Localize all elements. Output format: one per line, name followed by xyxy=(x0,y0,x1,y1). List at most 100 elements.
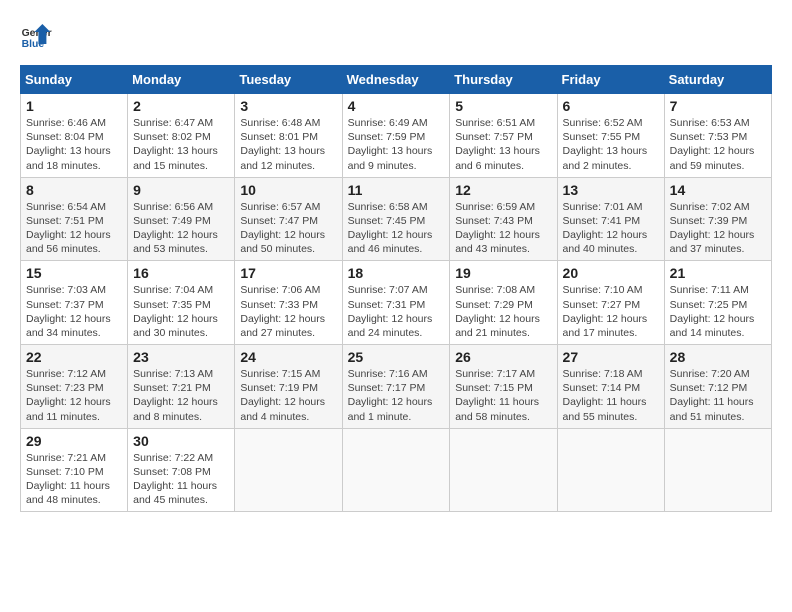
day-number: 6 xyxy=(563,98,659,114)
calendar-cell xyxy=(450,428,557,512)
day-number: 18 xyxy=(348,265,445,281)
day-number: 28 xyxy=(670,349,766,365)
calendar-week-row: 15 Sunrise: 7:03 AM Sunset: 7:37 PM Dayli… xyxy=(21,261,772,345)
calendar-cell: 10 Sunrise: 6:57 AM Sunset: 7:47 PM Dayli… xyxy=(235,177,342,261)
day-info: Sunrise: 7:16 AM Sunset: 7:17 PM Dayligh… xyxy=(348,367,445,424)
logo: General Blue xyxy=(20,20,56,52)
day-info: Sunrise: 6:57 AM Sunset: 7:47 PM Dayligh… xyxy=(240,200,336,257)
day-info: Sunrise: 6:51 AM Sunset: 7:57 PM Dayligh… xyxy=(455,116,551,173)
day-number: 16 xyxy=(133,265,229,281)
logo-icon: General Blue xyxy=(20,20,52,52)
calendar-cell: 1Sunrise: 6:46 AM Sunset: 8:04 PM Daylig… xyxy=(21,94,128,178)
day-info: Sunrise: 7:06 AM Sunset: 7:33 PM Dayligh… xyxy=(240,283,336,340)
column-header-saturday: Saturday xyxy=(664,66,771,94)
calendar-cell: 11Sunrise: 6:58 AM Sunset: 7:45 PM Dayli… xyxy=(342,177,450,261)
day-info: Sunrise: 6:54 AM Sunset: 7:51 PM Dayligh… xyxy=(26,200,122,257)
calendar-cell: 13 Sunrise: 7:01 AM Sunset: 7:41 PM Dayli… xyxy=(557,177,664,261)
day-number: 17 xyxy=(240,265,336,281)
calendar-week-row: 1Sunrise: 6:46 AM Sunset: 8:04 PM Daylig… xyxy=(21,94,772,178)
calendar-cell: 6 Sunrise: 6:52 AM Sunset: 7:55 PM Daylig… xyxy=(557,94,664,178)
day-number: 27 xyxy=(563,349,659,365)
calendar-week-row: 22 Sunrise: 7:12 AM Sunset: 7:23 PM Dayli… xyxy=(21,345,772,429)
calendar-cell: 21Sunrise: 7:11 AM Sunset: 7:25 PM Dayli… xyxy=(664,261,771,345)
day-number: 2 xyxy=(133,98,229,114)
day-info: Sunrise: 6:52 AM Sunset: 7:55 PM Dayligh… xyxy=(563,116,659,173)
day-number: 12 xyxy=(455,182,551,198)
day-info: Sunrise: 6:49 AM Sunset: 7:59 PM Dayligh… xyxy=(348,116,445,173)
calendar-week-row: 8 Sunrise: 6:54 AM Sunset: 7:51 PM Daylig… xyxy=(21,177,772,261)
calendar-cell: 18 Sunrise: 7:07 AM Sunset: 7:31 PM Dayli… xyxy=(342,261,450,345)
day-number: 22 xyxy=(26,349,122,365)
calendar-cell: 25 Sunrise: 7:16 AM Sunset: 7:17 PM Dayli… xyxy=(342,345,450,429)
day-info: Sunrise: 6:46 AM Sunset: 8:04 PM Dayligh… xyxy=(26,116,122,173)
day-number: 14 xyxy=(670,182,766,198)
day-info: Sunrise: 7:10 AM Sunset: 7:27 PM Dayligh… xyxy=(563,283,659,340)
calendar-cell: 12 Sunrise: 6:59 AM Sunset: 7:43 PM Dayli… xyxy=(450,177,557,261)
day-info: Sunrise: 7:03 AM Sunset: 7:37 PM Dayligh… xyxy=(26,283,122,340)
column-header-friday: Friday xyxy=(557,66,664,94)
column-header-sunday: Sunday xyxy=(21,66,128,94)
day-number: 3 xyxy=(240,98,336,114)
day-info: Sunrise: 7:15 AM Sunset: 7:19 PM Dayligh… xyxy=(240,367,336,424)
day-number: 30 xyxy=(133,433,229,449)
calendar-cell: 8 Sunrise: 6:54 AM Sunset: 7:51 PM Daylig… xyxy=(21,177,128,261)
calendar-cell: 7 Sunrise: 6:53 AM Sunset: 7:53 PM Daylig… xyxy=(664,94,771,178)
calendar-cell: 22 Sunrise: 7:12 AM Sunset: 7:23 PM Dayli… xyxy=(21,345,128,429)
day-number: 8 xyxy=(26,182,122,198)
calendar-cell: 26 Sunrise: 7:17 AM Sunset: 7:15 PM Dayli… xyxy=(450,345,557,429)
calendar-cell: 15 Sunrise: 7:03 AM Sunset: 7:37 PM Dayli… xyxy=(21,261,128,345)
day-number: 26 xyxy=(455,349,551,365)
day-info: Sunrise: 7:12 AM Sunset: 7:23 PM Dayligh… xyxy=(26,367,122,424)
day-info: Sunrise: 7:22 AM Sunset: 7:08 PM Dayligh… xyxy=(133,451,229,508)
calendar-cell: 30 Sunrise: 7:22 AM Sunset: 7:08 PM Dayli… xyxy=(128,428,235,512)
day-info: Sunrise: 6:53 AM Sunset: 7:53 PM Dayligh… xyxy=(670,116,766,173)
day-info: Sunrise: 7:07 AM Sunset: 7:31 PM Dayligh… xyxy=(348,283,445,340)
day-number: 19 xyxy=(455,265,551,281)
day-info: Sunrise: 7:02 AM Sunset: 7:39 PM Dayligh… xyxy=(670,200,766,257)
column-header-wednesday: Wednesday xyxy=(342,66,450,94)
calendar-cell xyxy=(664,428,771,512)
day-info: Sunrise: 7:01 AM Sunset: 7:41 PM Dayligh… xyxy=(563,200,659,257)
day-info: Sunrise: 6:58 AM Sunset: 7:45 PM Dayligh… xyxy=(348,200,445,257)
day-number: 25 xyxy=(348,349,445,365)
calendar-cell: 3Sunrise: 6:48 AM Sunset: 8:01 PM Daylig… xyxy=(235,94,342,178)
day-number: 23 xyxy=(133,349,229,365)
day-number: 29 xyxy=(26,433,122,449)
day-number: 24 xyxy=(240,349,336,365)
day-info: Sunrise: 7:18 AM Sunset: 7:14 PM Dayligh… xyxy=(563,367,659,424)
calendar-cell: 14 Sunrise: 7:02 AM Sunset: 7:39 PM Dayli… xyxy=(664,177,771,261)
day-info: Sunrise: 7:08 AM Sunset: 7:29 PM Dayligh… xyxy=(455,283,551,340)
day-info: Sunrise: 6:59 AM Sunset: 7:43 PM Dayligh… xyxy=(455,200,551,257)
calendar-cell xyxy=(557,428,664,512)
calendar-cell xyxy=(342,428,450,512)
day-number: 7 xyxy=(670,98,766,114)
day-info: Sunrise: 6:56 AM Sunset: 7:49 PM Dayligh… xyxy=(133,200,229,257)
calendar-table: SundayMondayTuesdayWednesdayThursdayFrid… xyxy=(20,65,772,512)
day-number: 15 xyxy=(26,265,122,281)
day-number: 4 xyxy=(348,98,445,114)
calendar-cell: 5 Sunrise: 6:51 AM Sunset: 7:57 PM Daylig… xyxy=(450,94,557,178)
day-info: Sunrise: 6:47 AM Sunset: 8:02 PM Dayligh… xyxy=(133,116,229,173)
day-number: 21 xyxy=(670,265,766,281)
calendar-cell: 19 Sunrise: 7:08 AM Sunset: 7:29 PM Dayli… xyxy=(450,261,557,345)
calendar-header-row: SundayMondayTuesdayWednesdayThursdayFrid… xyxy=(21,66,772,94)
day-info: Sunrise: 7:21 AM Sunset: 7:10 PM Dayligh… xyxy=(26,451,122,508)
calendar-cell: 28 Sunrise: 7:20 AM Sunset: 7:12 PM Dayli… xyxy=(664,345,771,429)
calendar-cell: 27 Sunrise: 7:18 AM Sunset: 7:14 PM Dayli… xyxy=(557,345,664,429)
day-number: 10 xyxy=(240,182,336,198)
day-number: 13 xyxy=(563,182,659,198)
calendar-cell: 29 Sunrise: 7:21 AM Sunset: 7:10 PM Dayli… xyxy=(21,428,128,512)
column-header-tuesday: Tuesday xyxy=(235,66,342,94)
day-info: Sunrise: 7:04 AM Sunset: 7:35 PM Dayligh… xyxy=(133,283,229,340)
day-number: 20 xyxy=(563,265,659,281)
calendar-cell: 4 Sunrise: 6:49 AM Sunset: 7:59 PM Daylig… xyxy=(342,94,450,178)
day-info: Sunrise: 7:20 AM Sunset: 7:12 PM Dayligh… xyxy=(670,367,766,424)
day-number: 5 xyxy=(455,98,551,114)
calendar-cell: 2 Sunrise: 6:47 AM Sunset: 8:02 PM Daylig… xyxy=(128,94,235,178)
calendar-cell: 24 Sunrise: 7:15 AM Sunset: 7:19 PM Dayli… xyxy=(235,345,342,429)
calendar-cell xyxy=(235,428,342,512)
day-info: Sunrise: 7:17 AM Sunset: 7:15 PM Dayligh… xyxy=(455,367,551,424)
calendar-cell: 23Sunrise: 7:13 AM Sunset: 7:21 PM Dayli… xyxy=(128,345,235,429)
column-header-thursday: Thursday xyxy=(450,66,557,94)
day-number: 9 xyxy=(133,182,229,198)
